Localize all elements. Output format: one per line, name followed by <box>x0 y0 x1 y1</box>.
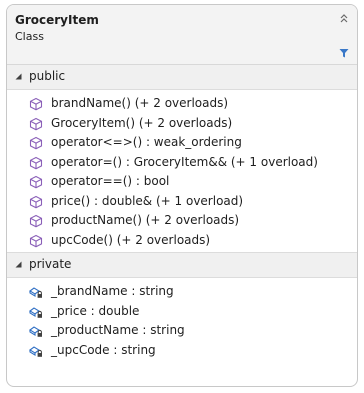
method-cube-icon <box>29 97 43 111</box>
triangle-down-icon[interactable] <box>15 261 22 268</box>
private-member-list: _brandName : string _price : double _produ… <box>7 278 357 362</box>
private-field-icon <box>29 287 42 298</box>
member-label: upcCode() (+ 2 overloads) <box>51 232 211 247</box>
member-field-item[interactable]: _upcCode : string <box>7 341 357 361</box>
method-cube-icon <box>29 214 43 228</box>
section-label-private: private <box>29 257 72 271</box>
member-label: operator==() : bool <box>51 174 170 188</box>
member-label: price() : double& (+ 1 overload) <box>51 193 244 208</box>
member-label: _upcCode : string <box>51 342 156 357</box>
class-name: GroceryItem <box>15 13 99 27</box>
member-label: _productName : string <box>51 323 185 337</box>
member-method-item[interactable]: price() : double& (+ 1 overload) <box>7 192 357 212</box>
member-method-item[interactable]: productName() (+ 2 overloads) <box>7 211 357 231</box>
section-header-private[interactable]: private <box>7 252 357 278</box>
double-chevron-up-icon[interactable] <box>339 13 349 23</box>
member-method-item[interactable]: operator==() : bool <box>7 172 357 192</box>
filter-icon[interactable] <box>339 48 349 58</box>
private-field-icon <box>29 326 42 337</box>
section-label-public: public <box>29 69 66 83</box>
member-method-item[interactable]: brandName() (+ 2 overloads) <box>7 94 357 114</box>
member-field-item[interactable]: _price : double <box>7 302 357 322</box>
private-field-icon <box>29 306 42 318</box>
triangle-down-icon[interactable] <box>15 73 22 80</box>
method-cube-icon <box>29 136 43 150</box>
member-field-item[interactable]: _productName : string <box>7 321 357 341</box>
method-cube-icon <box>29 175 43 189</box>
member-method-item[interactable]: operator<=>() : weak_ordering <box>7 133 357 153</box>
member-label: brandName() (+ 2 overloads) <box>51 96 229 110</box>
member-label: productName() (+ 2 overloads) <box>51 213 240 227</box>
class-stereotype: Class <box>15 30 44 43</box>
member-label: operator=() : GroceryItem&& (+ 1 overloa… <box>51 154 318 169</box>
member-label: operator<=>() : weak_ordering <box>51 135 242 149</box>
method-cube-icon <box>29 156 43 169</box>
class-diagram-card: GroceryItem Class public brandName() (+ … <box>6 4 358 387</box>
private-field-icon <box>29 345 42 357</box>
method-cube-icon <box>29 117 43 130</box>
member-label: _price : double <box>51 303 140 318</box>
member-field-item[interactable]: _brandName : string <box>7 282 357 302</box>
section-header-public[interactable]: public <box>7 65 357 90</box>
member-method-item[interactable]: upcCode() (+ 2 overloads) <box>7 231 357 251</box>
member-method-item[interactable]: GroceryItem() (+ 2 overloads) <box>7 114 357 134</box>
member-method-item[interactable]: operator=() : GroceryItem&& (+ 1 overloa… <box>7 153 357 173</box>
method-cube-icon <box>29 195 43 208</box>
method-cube-icon <box>29 234 43 247</box>
member-label: _brandName : string <box>51 284 174 298</box>
public-member-list: brandName() (+ 2 overloads) GroceryItem()… <box>7 90 357 252</box>
member-label: GroceryItem() (+ 2 overloads) <box>51 115 233 130</box>
class-header[interactable]: GroceryItem Class <box>7 5 357 65</box>
